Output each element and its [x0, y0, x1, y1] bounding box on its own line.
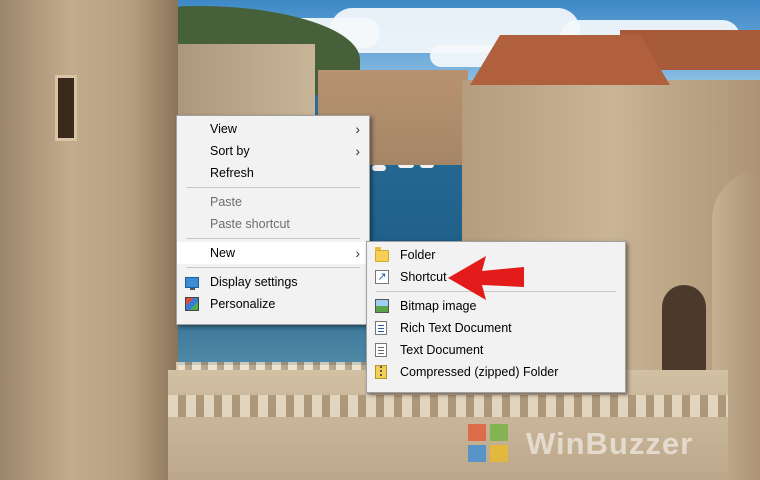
- red-arrow-icon: [448, 256, 524, 300]
- tower-window: [55, 75, 77, 141]
- tiled-roof: [470, 35, 670, 85]
- display-icon: [185, 277, 199, 290]
- menu-item-paste: Paste: [177, 191, 369, 213]
- menu-item-new[interactable]: New ›: [177, 242, 369, 264]
- menu-item-display-settings[interactable]: Display settings: [177, 271, 369, 293]
- menu-separator: [186, 267, 360, 268]
- bitmap-icon: [375, 299, 389, 313]
- submenu-item-label: Text Document: [400, 343, 484, 357]
- submenu-item-compressed-folder[interactable]: Compressed (zipped) Folder: [367, 361, 625, 383]
- menu-item-label: Personalize: [210, 297, 276, 311]
- menu-item-label: Paste: [210, 195, 242, 209]
- menu-item-label: New: [210, 246, 236, 260]
- menu-item-refresh[interactable]: Refresh: [177, 162, 369, 184]
- submenu-item-rich-text-document[interactable]: Rich Text Document: [367, 317, 625, 339]
- menu-item-label: Display settings: [210, 275, 298, 289]
- menu-item-label: Sort by: [210, 144, 250, 158]
- menu-item-paste-shortcut: Paste shortcut: [177, 213, 369, 235]
- menu-separator: [186, 187, 360, 188]
- menu-separator: [186, 238, 360, 239]
- watermark-text: WinBuzzer: [526, 426, 694, 461]
- submenu-item-label: Compressed (zipped) Folder: [400, 365, 559, 379]
- submenu-item-label: Folder: [400, 248, 436, 262]
- boat: [372, 165, 386, 171]
- bridge-balustrade: [168, 395, 728, 417]
- text-document-icon: [375, 343, 387, 357]
- winbuzzer-logo-icon: [468, 424, 508, 462]
- left-tower: [0, 0, 178, 480]
- desktop-context-menu: View › Sort by › Refresh Paste Paste sho…: [176, 115, 370, 325]
- desktop-wallpaper[interactable]: [0, 0, 760, 480]
- folder-icon: [375, 247, 389, 262]
- personalize-icon: [185, 297, 199, 311]
- gate: [662, 285, 706, 375]
- shortcut-icon: ↗: [375, 270, 389, 284]
- zip-folder-icon: [375, 365, 387, 379]
- menu-item-label: View: [210, 122, 237, 136]
- menu-item-view[interactable]: View ›: [177, 118, 369, 140]
- menu-item-label: Paste shortcut: [210, 217, 290, 231]
- menu-item-personalize[interactable]: Personalize: [177, 293, 369, 315]
- menu-item-sort-by[interactable]: Sort by ›: [177, 140, 369, 162]
- submenu-item-label: Shortcut: [400, 270, 447, 284]
- chevron-right-icon: ›: [355, 245, 360, 261]
- chevron-right-icon: ›: [355, 121, 360, 137]
- rich-text-icon: [375, 321, 387, 335]
- chevron-right-icon: ›: [355, 143, 360, 159]
- menu-item-label: Refresh: [210, 166, 254, 180]
- submenu-item-label: Rich Text Document: [400, 321, 512, 335]
- submenu-item-text-document[interactable]: Text Document: [367, 339, 625, 361]
